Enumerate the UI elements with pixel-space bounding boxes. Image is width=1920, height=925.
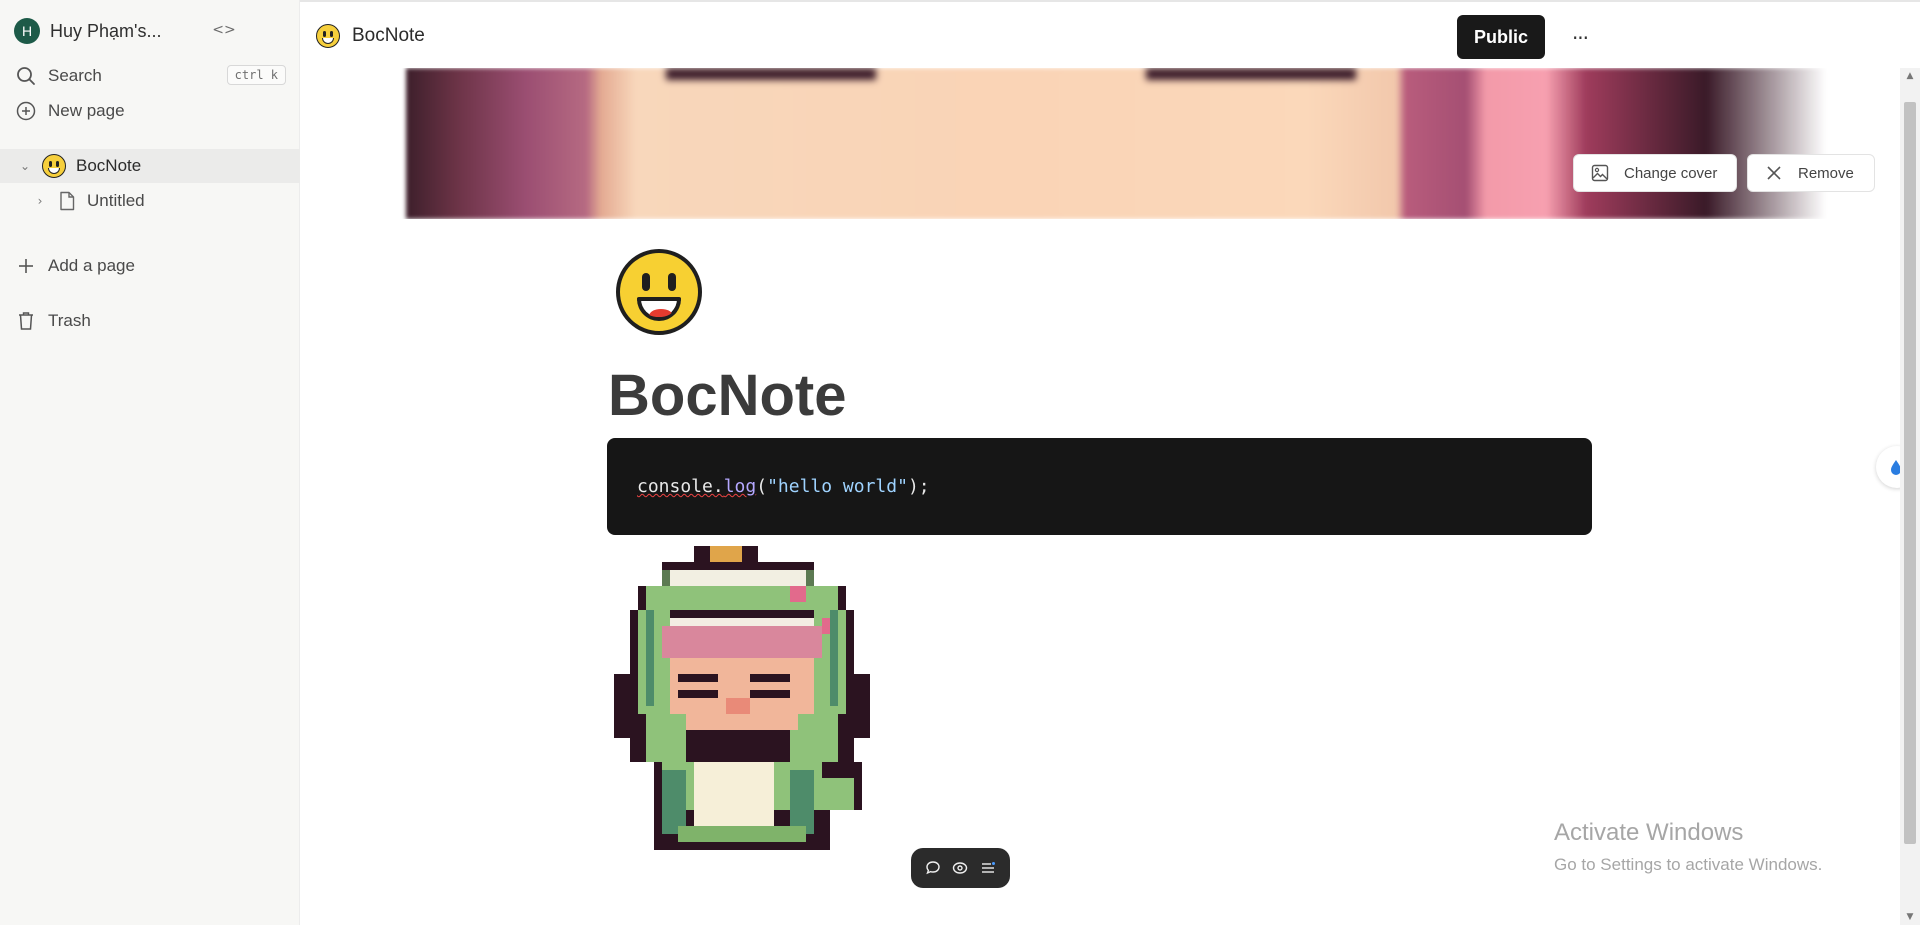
workspace-name: Huy Phạm's... (50, 20, 162, 41)
cover-image (300, 68, 1900, 219)
sidebar: H Huy Phạm's... <> Search ctrl k New pag… (0, 0, 300, 925)
topbar: BocNote Public ··· (300, 0, 1920, 68)
search-label: Search (48, 66, 102, 85)
comment-icon[interactable] (923, 858, 943, 878)
chevron-down-icon[interactable]: ⌄ (16, 157, 34, 175)
collapse-sidebar-icon[interactable]: <> (212, 18, 236, 42)
plus-icon (14, 254, 38, 278)
sidebar-search[interactable]: Search ctrl k (0, 59, 300, 93)
new-page-label: New page (48, 101, 125, 120)
new-page-button[interactable]: New page (0, 94, 300, 128)
code-block[interactable]: console.log("hello world"); (607, 438, 1592, 535)
code-object: console. (637, 476, 724, 497)
search-shortcut: ctrl k (226, 65, 286, 85)
watermark-line1: Activate Windows (1554, 819, 1744, 846)
code-paren-close: ); (907, 476, 930, 497)
sidebar-item-bocnote[interactable]: ⌄ BocNote (0, 149, 300, 183)
page-emoji-icon[interactable] (616, 249, 702, 335)
trash-button[interactable]: Trash (0, 304, 300, 338)
remove-cover-label: Remove (1798, 164, 1854, 182)
code-string: "hello world" (767, 476, 908, 497)
sidebar-item-label: Untitled (87, 191, 145, 210)
sidebar-item-untitled[interactable]: › Untitled (0, 184, 300, 218)
smiley-emoji-icon (42, 154, 66, 178)
workspace-switcher[interactable]: H Huy Phạm's... (14, 16, 161, 46)
pixel-art-dino-girl-image[interactable] (614, 538, 870, 850)
public-button[interactable]: Public (1457, 15, 1545, 59)
code-method: log (723, 476, 757, 497)
chevron-right-icon[interactable]: › (31, 192, 49, 210)
activate-windows-watermark: Activate Windows Go to Settings to activ… (1554, 819, 1822, 875)
change-cover-label: Change cover (1624, 164, 1718, 182)
page-icon (55, 189, 79, 213)
image-icon (1590, 163, 1610, 183)
trash-label: Trash (48, 311, 91, 330)
sidebar-item-label: BocNote (76, 156, 142, 175)
app: H Huy Phạm's... <> Search ctrl k New pag… (0, 0, 1920, 925)
page-breadcrumb-title: BocNote (352, 25, 425, 46)
close-icon (1764, 163, 1784, 183)
trash-icon (14, 309, 38, 333)
watermark-line2: Go to Settings to activate Windows. (1554, 855, 1823, 874)
page-title[interactable]: BocNote (608, 362, 846, 429)
change-cover-button[interactable]: Change cover (1573, 154, 1737, 192)
outline-icon[interactable] (978, 858, 998, 878)
cover-art (406, 68, 1826, 219)
breadcrumb[interactable]: BocNote (316, 24, 425, 48)
add-page-button[interactable]: Add a page (0, 249, 300, 283)
scrollbar[interactable]: ▲ ▼ (1900, 68, 1920, 925)
plus-circle-icon (14, 99, 38, 123)
remove-cover-button[interactable]: Remove (1747, 154, 1875, 192)
add-page-label: Add a page (48, 256, 135, 275)
scroll-up-icon[interactable]: ▲ (1900, 68, 1920, 84)
more-options-icon[interactable]: ··· (1566, 24, 1594, 52)
code-paren-open: ( (756, 476, 768, 497)
scroll-down-icon[interactable]: ▼ (1900, 909, 1920, 925)
search-icon (14, 64, 38, 88)
code-text[interactable]: console.log("hello world"); (637, 476, 930, 497)
view-icon[interactable] (950, 858, 970, 878)
floating-toolbar (911, 848, 1010, 888)
scrollbar-thumb[interactable] (1904, 102, 1916, 844)
smiley-emoji-icon (316, 24, 340, 48)
avatar: H (14, 18, 40, 44)
